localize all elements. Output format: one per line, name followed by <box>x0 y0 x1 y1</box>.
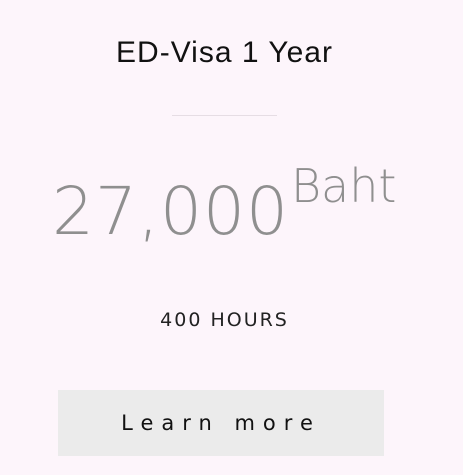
plan-hours: 400 HOURS <box>160 309 289 331</box>
price: 27,000Baht <box>52 159 396 255</box>
pricing-card: ED-Visa 1 Year 27,000Baht 400 HOURS Lear… <box>0 0 463 475</box>
plan-title: ED-Visa 1 Year <box>116 36 333 69</box>
title-divider <box>172 115 277 116</box>
learn-more-button[interactable]: Learn more <box>58 390 384 456</box>
price-amount: 27,000 <box>52 173 289 250</box>
price-currency: Baht <box>290 159 397 213</box>
